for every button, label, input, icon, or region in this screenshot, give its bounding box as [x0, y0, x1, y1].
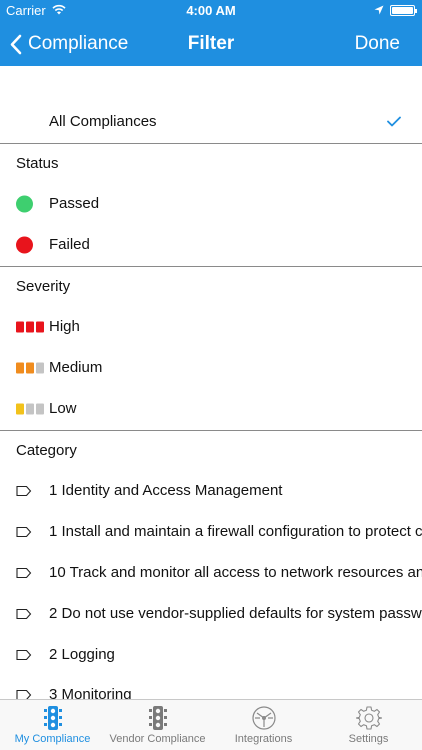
tab-integrations[interactable]: Integrations	[211, 700, 316, 750]
tag-icon	[16, 649, 32, 660]
severity-label: Low	[49, 400, 77, 417]
category-item[interactable]: 2 Do not use vendor-supplied defaults fo…	[0, 593, 422, 634]
severity-label: Medium	[49, 359, 103, 376]
status-label: Failed	[49, 236, 90, 253]
chevron-left-icon	[10, 34, 22, 54]
location-icon	[374, 5, 384, 15]
tab-settings[interactable]: Settings	[316, 700, 421, 750]
passed-status-icon	[16, 195, 33, 212]
tag-icon	[16, 608, 32, 619]
tab-vendor-compliance[interactable]: Vendor Compliance	[105, 700, 210, 750]
all-compliances-row[interactable]: All Compliances	[0, 101, 422, 142]
status-failed-row[interactable]: Failed	[0, 224, 422, 265]
done-button[interactable]: Done	[355, 22, 400, 66]
tag-icon	[16, 689, 32, 699]
back-label: Compliance	[28, 33, 129, 54]
tab-label: Integrations	[234, 733, 293, 745]
divider	[0, 430, 422, 431]
category-label: 2 Logging	[49, 646, 115, 663]
tag-icon	[16, 567, 32, 578]
severity-low-icon	[16, 403, 44, 414]
battery-icon	[390, 5, 417, 16]
severity-high-icon	[16, 321, 44, 332]
category-label: 1 Install and maintain a firewall config…	[49, 523, 422, 540]
tab-label: Settings	[348, 733, 389, 745]
header: Carrier 4:00 AM Compliance Filter Done	[0, 0, 422, 66]
severity-section-title: Severity	[16, 278, 71, 295]
gear-icon	[355, 706, 382, 730]
divider	[0, 143, 422, 144]
back-button[interactable]: Compliance	[10, 22, 128, 66]
severity-medium-icon	[16, 362, 44, 373]
category-item[interactable]: 2 Logging	[0, 634, 422, 675]
status-section-title: Status	[16, 155, 59, 172]
status-label: Passed	[49, 195, 100, 212]
tab-bar: My Compliance Vendor Compliance Integrat…	[0, 699, 422, 750]
tab-my-compliance[interactable]: My Compliance	[0, 700, 105, 750]
status-bar: Carrier 4:00 AM	[0, 0, 422, 22]
divider	[0, 266, 422, 267]
severity-high-row[interactable]: High	[0, 306, 422, 347]
tag-icon	[16, 485, 32, 496]
category-label: 1 Identity and Access Management	[49, 482, 283, 499]
category-item[interactable]: 10 Track and monitor all access to netwo…	[0, 552, 422, 593]
tag-icon	[16, 526, 32, 537]
severity-label: High	[49, 318, 80, 335]
checkmark-icon	[387, 116, 401, 127]
severity-medium-row[interactable]: Medium	[0, 347, 422, 388]
category-label: 3 Monitoring	[49, 686, 132, 699]
all-compliances-label: All Compliances	[49, 113, 157, 130]
category-item[interactable]: 1 Install and maintain a firewall config…	[0, 511, 422, 552]
tab-label: My Compliance	[14, 733, 91, 745]
category-item[interactable]: 1 Identity and Access Management	[0, 470, 422, 511]
integrations-icon	[251, 706, 276, 730]
category-item[interactable]: 3 Monitoring	[0, 674, 422, 699]
status-time: 4:00 AM	[186, 3, 236, 18]
filter-list[interactable]: All Compliances Status Passed Failed Sev…	[0, 66, 422, 699]
severity-low-row[interactable]: Low	[0, 388, 422, 429]
status-passed-row[interactable]: Passed	[0, 183, 422, 224]
category-label: 2 Do not use vendor-supplied defaults fo…	[49, 605, 422, 622]
category-section-title: Category	[16, 442, 77, 459]
tab-label: Vendor Compliance	[109, 733, 206, 745]
category-label: 10 Track and monitor all access to netwo…	[49, 564, 422, 581]
failed-status-icon	[16, 236, 33, 253]
traffic-light-icon	[148, 706, 167, 730]
nav-bar: Compliance Filter Done	[0, 22, 422, 66]
traffic-light-icon	[43, 706, 62, 730]
